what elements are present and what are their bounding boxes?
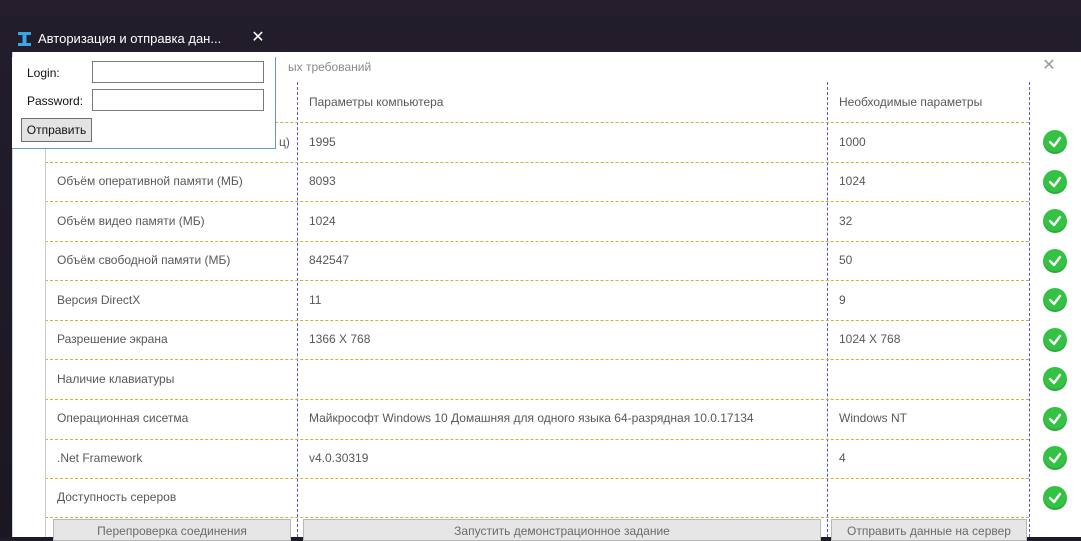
close-icon[interactable]: ✕ [248,28,268,48]
check-ok-icon [1043,328,1067,352]
login-input[interactable] [92,61,264,83]
row-computer-value: v4.0.30319 [309,451,369,465]
row-required-value: 4 [839,451,846,465]
check-ok-icon [1043,170,1067,194]
grid-row-divider [45,241,1029,242]
row-computer-value: 8093 [309,174,336,188]
grid-row-divider [45,320,1029,321]
grid-row-divider [45,201,1029,202]
recheck-connection-button[interactable]: Перепроверка соединения [53,519,291,541]
row-required-value: Windows NT [839,411,908,425]
grid-divider [827,82,828,537]
grid-row-divider [45,162,1029,163]
grid-divider [1029,82,1030,537]
grid-divider [297,82,298,537]
grid-row-divider [45,478,1029,479]
row-required-value: 9 [839,293,846,307]
check-ok-icon [1043,288,1067,312]
row-computer-value: Майкрософт Windows 10 Домашняя для одног… [309,411,754,425]
requirements-grid: Параметры компьютера Необходимые парамет… [45,82,1067,541]
header-computer-params: Параметры компьютера [309,95,444,109]
row-computer-value: 11 [309,293,322,307]
row-label: .Net Framework [57,451,143,465]
window-title: ых требований [288,60,372,74]
send-button[interactable]: Отправить [21,118,92,142]
grid-row-divider [45,399,1029,400]
row-label: Объём оперативной памяти (МБ) [57,174,243,188]
row-required-value: 1000 [839,135,866,149]
row-label: Объём видео памяти (МБ) [57,214,205,228]
run-demo-button[interactable]: Запустить демонстрационное задание [303,519,821,541]
row-required-value: 32 [839,214,853,228]
password-input[interactable] [92,89,264,111]
row-computer-value: 1366 X 768 [309,332,371,346]
grid-row-divider [45,359,1029,360]
grid-row-divider [45,439,1029,440]
check-ok-icon [1043,249,1067,273]
row-label: Объём свободной памяти (МБ) [57,253,231,267]
auth-titlebar: Авторизация и отправка дан... ✕ [0,0,276,57]
row-label: Операционная сисетма [57,411,189,425]
send-to-server-button[interactable]: Отправить данные на сервер [831,519,1027,541]
row-label: Разрешение экрана [57,332,168,346]
row-label: Доступность сереров [57,490,177,504]
auth-dialog: Авторизация и отправка дан... ✕ Login: P… [0,0,276,150]
auth-title: Авторизация и отправка дан... [38,31,222,46]
grid-border [45,122,46,537]
check-ok-icon [1043,407,1067,431]
check-ok-icon [1043,446,1067,470]
grid-row-divider [45,517,1029,518]
row-required-value: 50 [839,253,853,267]
row-computer-value: 1024 [309,214,336,228]
check-ok-icon [1043,486,1067,510]
check-ok-icon [1043,367,1067,391]
login-label: Login: [27,66,60,80]
row-required-value: 1024 X 768 [839,332,901,346]
row-required-value: 1024 [839,174,866,188]
row-label: Версия DirectX [57,293,141,307]
header-required-params: Необходимые параметры [839,95,983,109]
row-label: Наличие клавиатуры [57,372,175,386]
check-ok-icon [1043,130,1067,154]
password-label: Password: [27,94,84,108]
grid-row-divider [45,280,1029,281]
row-computer-value: 842547 [309,253,350,267]
row-label: ц) [279,135,290,149]
check-ok-icon [1043,209,1067,233]
app-icon [18,32,31,46]
window-close-button[interactable]: ✕ [1039,54,1059,78]
row-computer-value: 1995 [309,135,336,149]
